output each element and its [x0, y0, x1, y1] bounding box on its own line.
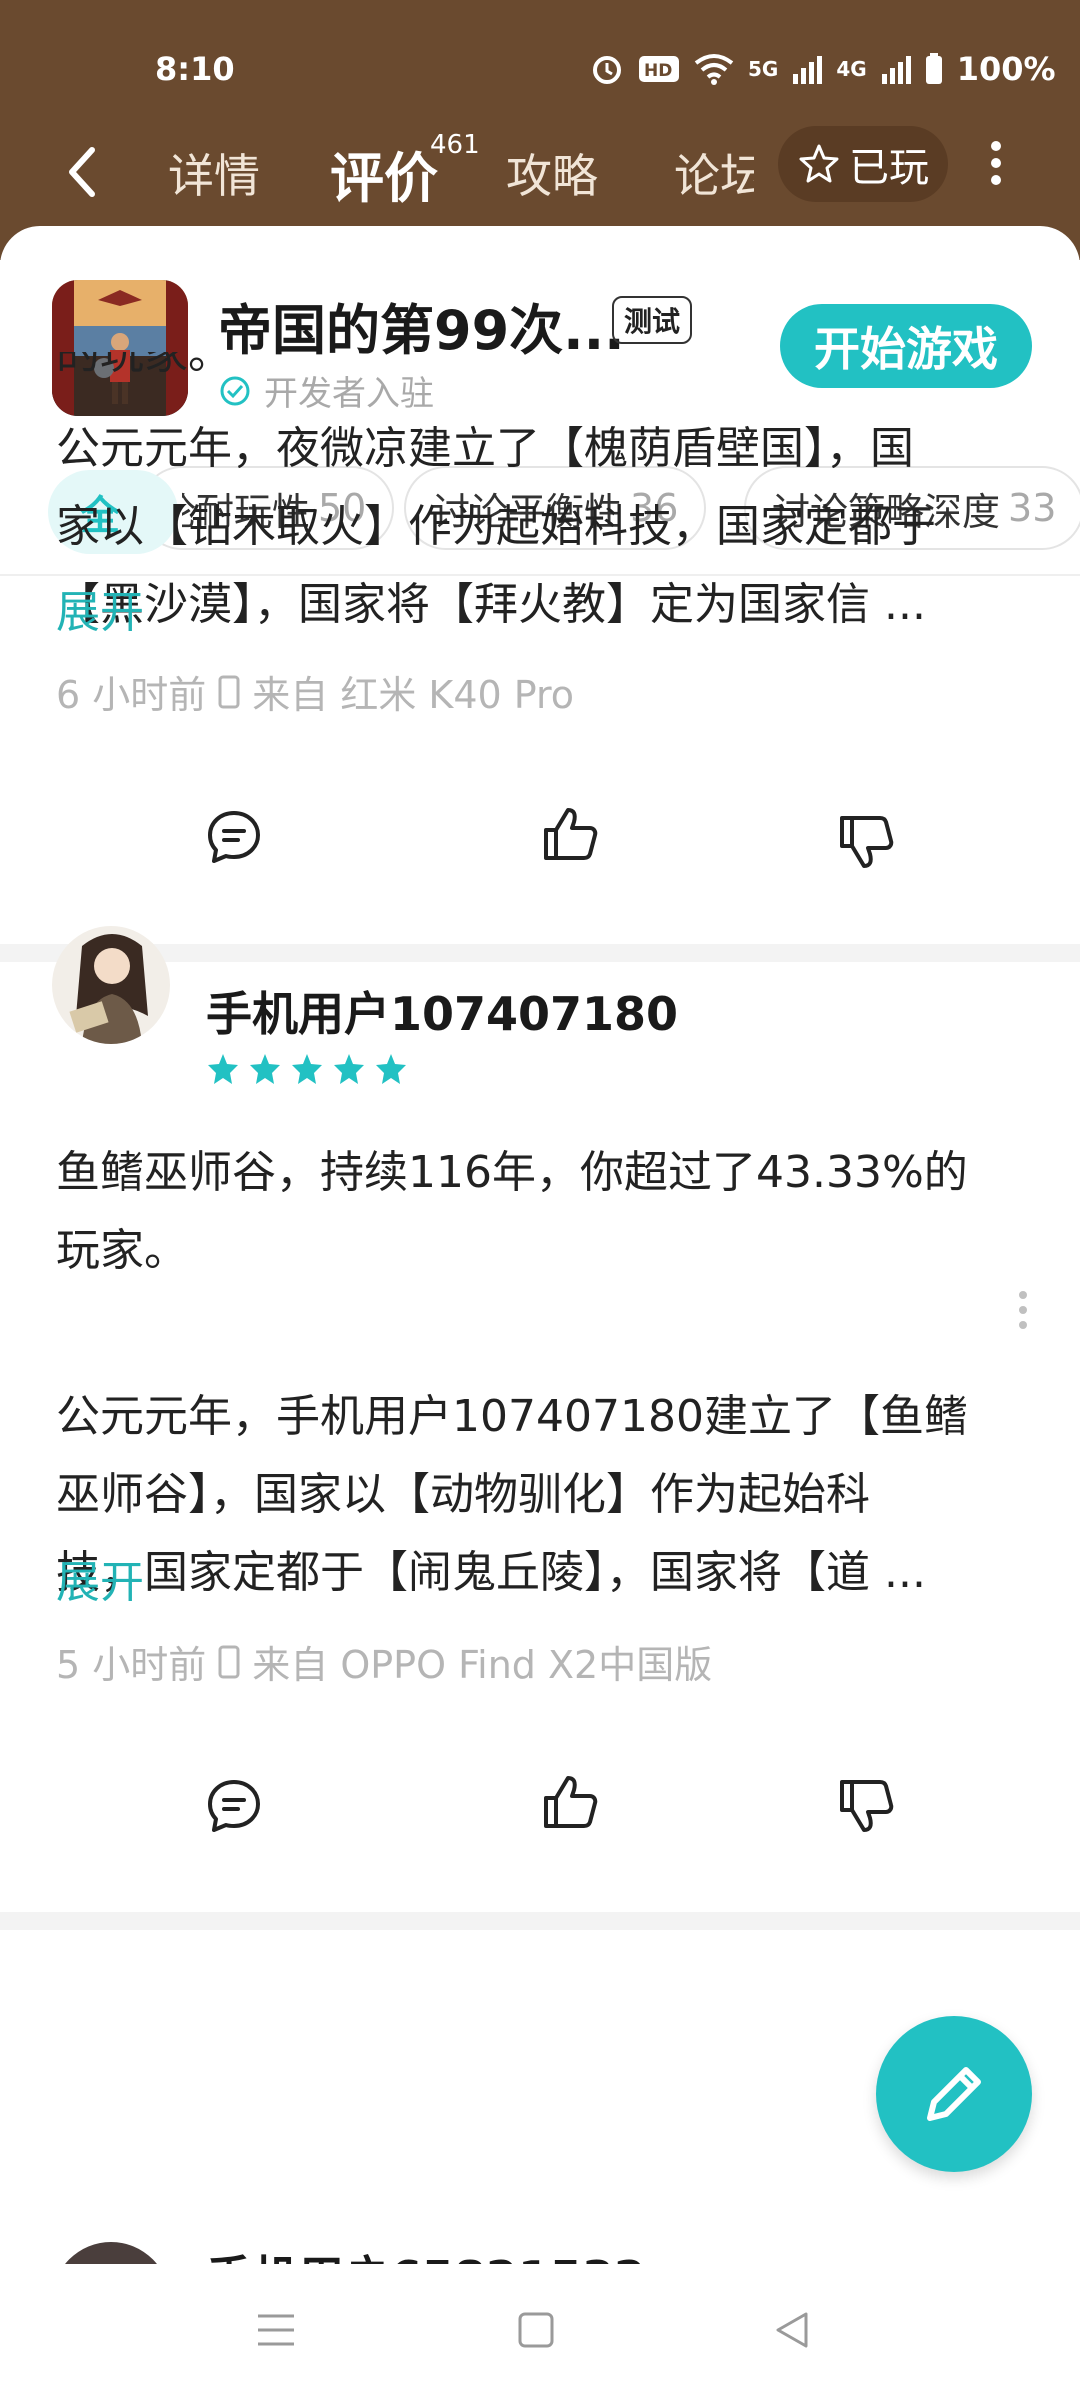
thumbs-up-icon[interactable] [540, 1772, 600, 1832]
review-summary-partial: 的玩家。 [56, 352, 232, 379]
review-meta: 6 小时前 来自 红米 K40 Pro [56, 664, 574, 719]
review-line: 【黑沙漠】，国家将【拜火教】定为国家信 ... [56, 579, 926, 630]
status-bar: 8:10 HD 5G 4G 100% [0, 0, 1080, 140]
star-rating [206, 1052, 408, 1086]
review-meta: 5 小时前 来自 OPPO Find X2中国版 [56, 1634, 712, 1689]
review-line: 家以【钻木取火】作为起始科技，国家定都于 [56, 501, 936, 552]
comment-icon[interactable] [204, 1776, 264, 1836]
star-filled-icon [250, 1054, 280, 1084]
network-5g-label: 5G [748, 57, 779, 81]
played-button[interactable]: 已玩 [778, 126, 948, 202]
review-line: 巫师谷】，国家以【动物驯化】作为起始科 [56, 1469, 870, 1520]
phone-icon [218, 675, 240, 708]
battery-percent: 100% [956, 50, 1056, 88]
star-filled-icon [334, 1054, 364, 1084]
star-filled-icon [376, 1054, 406, 1084]
wifi-icon [694, 54, 734, 85]
battery-icon [925, 53, 942, 84]
menu-icon[interactable] [256, 2310, 296, 2350]
home-square-icon[interactable] [516, 2310, 556, 2350]
tab-reviews[interactable]: 评价 [330, 134, 438, 213]
review-separator [0, 1912, 1080, 1930]
hd-icon: HD [639, 56, 679, 82]
signal-icon-2 [881, 56, 911, 84]
pencil-icon [927, 2067, 981, 2121]
svg-text:HD: HD [644, 61, 672, 81]
system-nav-bar [0, 2266, 1080, 2400]
test-badge: 测试 [612, 296, 693, 344]
status-time: 8:10 [155, 50, 235, 88]
write-review-button[interactable] [876, 2016, 1032, 2172]
thumbs-down-icon[interactable] [836, 1776, 896, 1836]
review-summary: 鱼鳍巫师谷，持续116年，你超过了43.33%的 玩家。 [56, 1134, 1026, 1290]
star-outline-icon [799, 144, 839, 183]
played-label: 已玩 [849, 145, 929, 191]
star-filled-icon [292, 1054, 322, 1084]
username[interactable]: 手机用户107407180 [206, 978, 678, 1044]
review-line: 公元元年，手机用户107407180建立了【鱼鳍 [56, 1391, 968, 1442]
review-body: 公元元年，夜微凉建立了【槐荫盾壁国】，国 家以【钻木取火】作为起始科技，国家定都… [56, 410, 1026, 644]
username-partial[interactable]: 手机用户65821532 [206, 2242, 646, 2264]
top-nav: 详情 评价 461 攻略 论坛 已玩 [0, 120, 1080, 230]
review-device: 来自 红米 K40 Pro [252, 673, 575, 717]
network-4g-label: 4G [836, 57, 867, 81]
review-time: 5 小时前 [56, 1643, 207, 1687]
expand-link[interactable]: 展开 [56, 1546, 144, 1610]
star-filled-icon [208, 1054, 238, 1084]
more-vertical-icon[interactable] [1016, 1290, 1030, 1330]
user-avatar[interactable] [52, 926, 170, 1044]
more-vertical-icon[interactable] [986, 138, 1006, 188]
back-arrow-icon[interactable] [62, 142, 106, 202]
signal-icon [793, 56, 823, 84]
user-avatar-partial[interactable] [52, 2242, 170, 2264]
back-triangle-icon[interactable] [772, 2310, 812, 2350]
review-count-badge: 461 [430, 130, 480, 160]
thumbs-up-icon[interactable] [540, 804, 600, 864]
tab-details[interactable]: 详情 [168, 140, 260, 206]
review-list[interactable]: 的玩家。 公元元年，夜微凉建立了【槐荫盾壁国】，国 家以【钻木取火】作为起始科技… [0, 352, 1080, 2264]
alarm-icon [593, 56, 621, 84]
tab-forum[interactable]: 论坛 [674, 140, 754, 206]
review-time: 6 小时前 [56, 673, 207, 717]
review-line: 玩家。 [56, 1225, 188, 1276]
comment-icon[interactable] [204, 807, 264, 867]
thumbs-down-icon[interactable] [836, 812, 896, 872]
expand-link[interactable]: 展开 [56, 576, 144, 640]
review-body: 公元元年，手机用户107407180建立了【鱼鳍 巫师谷】，国家以【动物驯化】作… [56, 1378, 1026, 1612]
tab-guides[interactable]: 攻略 [506, 140, 598, 206]
review-line: 鱼鳍巫师谷，持续116年，你超过了43.33%的 [56, 1147, 968, 1198]
status-icons: HD 5G 4G 100% [590, 50, 1056, 88]
review-line: 公元元年，夜微凉建立了【槐荫盾壁国】，国 [56, 423, 914, 474]
review-line: 技，国家定都于【闹鬼丘陵】，国家将【道 ... [56, 1547, 926, 1598]
review-device: 来自 OPPO Find X2中国版 [252, 1643, 713, 1687]
phone-icon [218, 1645, 240, 1678]
